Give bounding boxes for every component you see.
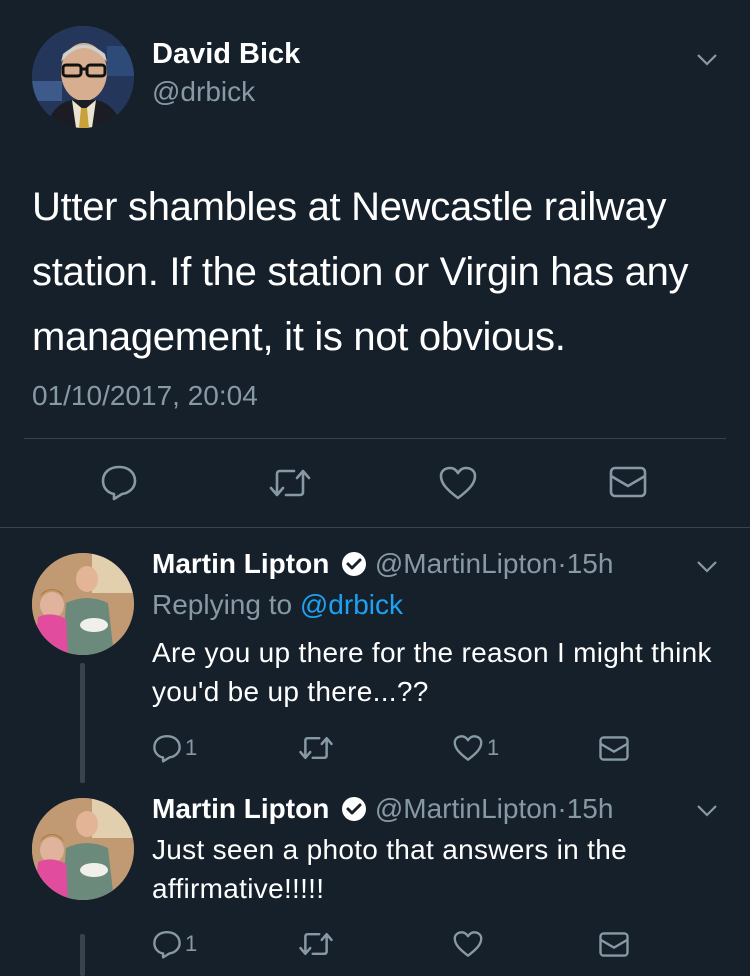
author-handle[interactable]: @MartinLipton xyxy=(375,793,558,824)
section-divider xyxy=(0,527,750,528)
dot-separator: · xyxy=(557,793,567,824)
reply-button[interactable]: 1 xyxy=(152,929,197,959)
tweet-timestamp[interactable]: 01/10/2017, 20:04 xyxy=(32,380,258,412)
reply-header: Martin Lipton @MartinLipton·15h xyxy=(152,548,613,580)
avatar[interactable] xyxy=(32,26,134,128)
retweet-icon xyxy=(269,469,311,497)
author-name[interactable]: Martin Lipton xyxy=(152,793,329,824)
author-handle[interactable]: @drbick xyxy=(152,76,255,108)
tweet-text: Are you up there for the reason I might … xyxy=(152,637,712,707)
reply-icon xyxy=(153,930,181,959)
verified-icon xyxy=(342,552,367,576)
divider xyxy=(24,438,726,439)
tweet-text: Just seen a photo that answers in the af… xyxy=(152,834,627,904)
reply-icon xyxy=(153,734,181,763)
thread-line xyxy=(80,663,85,783)
tweet-time[interactable]: 15h xyxy=(567,793,614,824)
retweet-icon xyxy=(299,736,333,760)
reply-count: 1 xyxy=(185,735,198,760)
like-count: 1 xyxy=(487,735,500,760)
avatar-image xyxy=(32,26,134,128)
author-name[interactable]: David Bick xyxy=(152,38,300,71)
avatar-image xyxy=(32,798,134,900)
like-button[interactable] xyxy=(438,465,478,501)
thread-line xyxy=(80,934,85,976)
like-icon xyxy=(439,466,477,500)
replying-to: Replying to @drbick xyxy=(152,589,403,621)
reply-count: 1 xyxy=(185,931,198,956)
chevron-down-icon[interactable] xyxy=(696,53,718,67)
share-button[interactable] xyxy=(598,735,630,762)
share-button[interactable] xyxy=(608,465,648,499)
avatar[interactable] xyxy=(32,798,134,900)
share-icon xyxy=(599,736,629,761)
chevron-down-icon[interactable] xyxy=(696,804,718,818)
chevron-down-icon[interactable] xyxy=(696,560,718,574)
like-icon xyxy=(453,735,483,761)
author-handle[interactable]: @MartinLipton xyxy=(375,548,558,579)
dot-separator: · xyxy=(557,548,567,579)
reply-icon xyxy=(101,465,137,501)
retweet-button[interactable] xyxy=(298,930,334,958)
tweet-time[interactable]: 15h xyxy=(567,548,614,579)
retweet-button[interactable] xyxy=(298,734,334,762)
reply-button[interactable]: 1 xyxy=(152,733,197,763)
author-name[interactable]: Martin Lipton xyxy=(152,548,329,579)
reply-header: Martin Lipton @MartinLipton·15h xyxy=(152,793,613,825)
tweet-text: Utter shambles at Newcastle railway stat… xyxy=(32,185,689,359)
avatar-image xyxy=(32,553,134,655)
like-button[interactable]: 1 xyxy=(452,734,499,762)
reply-button[interactable] xyxy=(100,463,138,501)
retweet-button[interactable] xyxy=(268,466,312,500)
share-button[interactable] xyxy=(598,931,630,958)
retweet-icon xyxy=(299,932,333,956)
like-icon xyxy=(453,931,483,957)
verified-icon xyxy=(342,797,367,821)
avatar[interactable] xyxy=(32,553,134,655)
share-icon xyxy=(609,466,647,498)
replying-to-handle[interactable]: @drbick xyxy=(300,589,403,620)
replying-to-label: Replying to xyxy=(152,589,293,620)
share-icon xyxy=(599,932,629,957)
like-button[interactable] xyxy=(452,930,484,958)
